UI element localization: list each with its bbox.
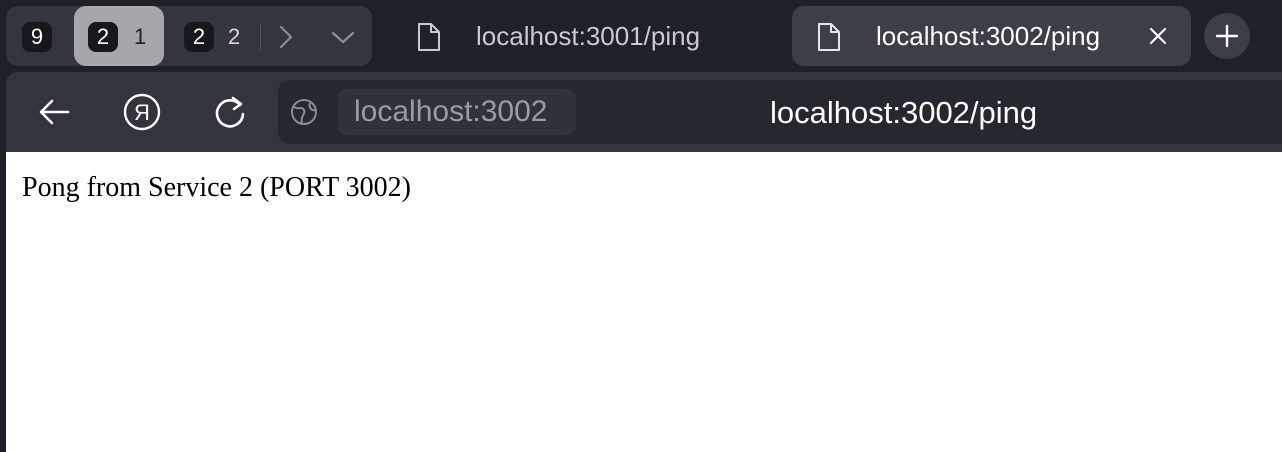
host-chip[interactable]: localhost:3002 <box>338 89 576 135</box>
close-icon[interactable] <box>1146 24 1170 48</box>
globe-icon[interactable] <box>290 98 318 126</box>
browser-toolbar: Я localhost:3002 localhost:3002/ping <box>6 72 1282 152</box>
chevron-right-icon[interactable] <box>270 22 300 52</box>
tab-group-badge: 9 <box>30 24 44 49</box>
arrow-left-icon <box>39 99 70 125</box>
reload-icon <box>215 96 245 128</box>
tab-title: localhost:3002/ping <box>876 21 1101 51</box>
url-text[interactable]: localhost:3002/ping <box>770 96 1037 130</box>
tab-localhost-3001[interactable]: localhost:3001/ping <box>392 6 782 66</box>
chevron-down-icon[interactable] <box>328 22 358 52</box>
tab-group-count: 2 <box>228 24 241 49</box>
divider <box>260 24 261 50</box>
back-button[interactable] <box>34 92 74 132</box>
tab-group-badge: 2 <box>88 22 118 52</box>
address-bar[interactable]: localhost:3002 localhost:3002/ping <box>278 80 1282 144</box>
tab-title: localhost:3001/ping <box>476 21 701 51</box>
response-text: Pong from Service 2 (PORT 3002) <box>22 172 411 203</box>
tab-strip: 9 2 1 2 2 localhost:3001/ping localhost:… <box>0 0 1282 72</box>
document-icon <box>416 22 442 52</box>
tab-group-badge: 2 <box>184 22 214 52</box>
browser-window: 9 2 1 2 2 localhost:3001/ping localhost:… <box>0 0 1282 452</box>
yandex-logo-icon: Я <box>123 93 161 131</box>
page-content: Pong from Service 2 (PORT 3002) <box>6 152 1282 452</box>
new-tab-button[interactable] <box>1204 13 1250 59</box>
document-icon <box>816 22 842 52</box>
tab-group-9[interactable]: 9 <box>22 22 52 52</box>
tab-group-active[interactable]: 2 1 <box>74 6 164 66</box>
plus-icon <box>1215 24 1239 48</box>
yandex-button[interactable]: Я <box>122 92 162 132</box>
reload-button[interactable] <box>210 92 250 132</box>
tab-group-count: 1 <box>134 24 147 49</box>
tab-groups-bar: 9 2 1 2 2 <box>6 6 372 66</box>
tab-localhost-3002[interactable]: localhost:3002/ping <box>792 6 1191 66</box>
svg-text:Я: Я <box>134 100 150 125</box>
